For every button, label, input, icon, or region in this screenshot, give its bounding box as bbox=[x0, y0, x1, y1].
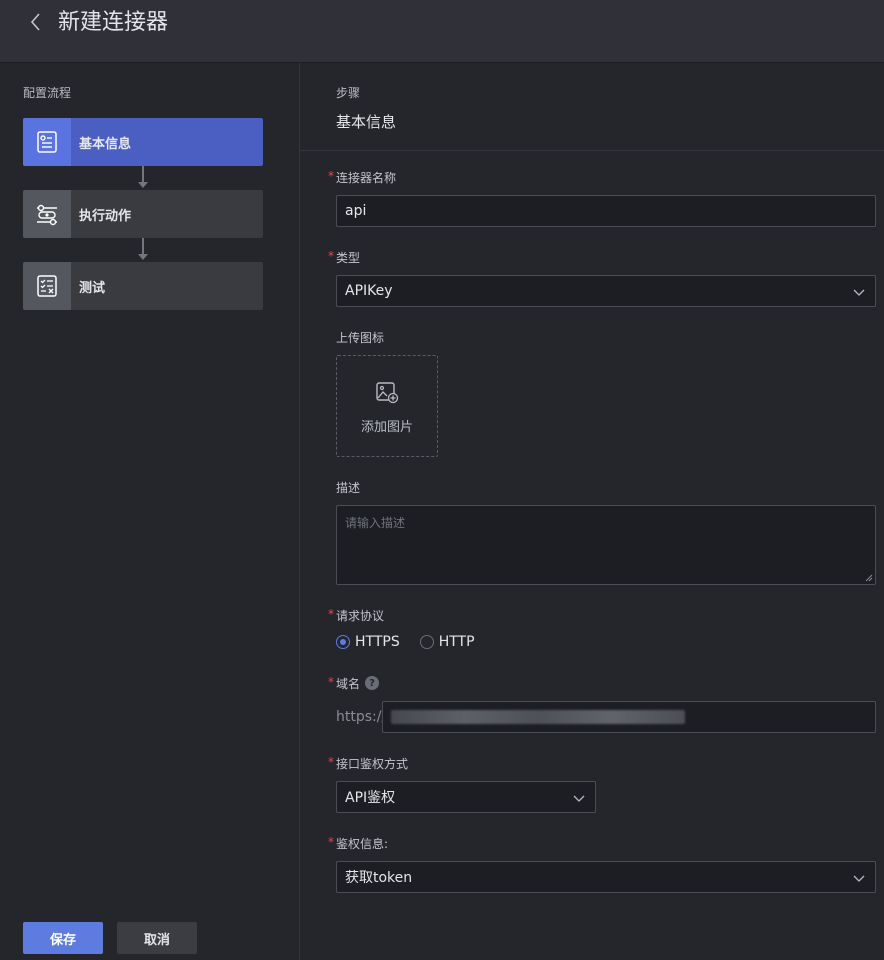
auth-info-value: 获取token bbox=[345, 870, 413, 886]
form-panel: 步骤 基本信息 * 连接器名称 api * 类型 APIKey 上传图标 添加图… bbox=[300, 63, 884, 960]
step-connector-arrow bbox=[138, 254, 148, 260]
required-mark: * bbox=[328, 675, 334, 689]
description-textarea[interactable]: 请输入描述 bbox=[336, 505, 876, 585]
save-button[interactable]: 保存 bbox=[23, 922, 103, 954]
description-placeholder: 请输入描述 bbox=[345, 516, 406, 530]
action-icon bbox=[23, 190, 71, 238]
radio-http-label: HTTP bbox=[438, 634, 475, 650]
back-arrow-icon[interactable] bbox=[24, 10, 48, 34]
type-select[interactable]: APIKey bbox=[336, 275, 876, 307]
radio-https[interactable] bbox=[336, 635, 350, 649]
cancel-button[interactable]: 取消 bbox=[117, 922, 197, 954]
step-basic-info[interactable]: 基本信息 bbox=[23, 118, 263, 166]
auth-method-value: API鉴权 bbox=[345, 790, 396, 806]
required-mark: * bbox=[328, 249, 334, 263]
resize-handle-icon[interactable] bbox=[865, 574, 873, 582]
chevron-down-icon bbox=[853, 875, 865, 882]
step-label: 基本信息 bbox=[79, 136, 132, 152]
upload-image-button[interactable]: 添加图片 bbox=[336, 355, 438, 457]
step-actions[interactable]: 执行动作 bbox=[23, 190, 263, 238]
divider bbox=[300, 150, 884, 151]
step-connector-arrow bbox=[138, 182, 148, 188]
top-bar: 新建连接器 bbox=[0, 0, 884, 63]
step-test[interactable]: 测试 bbox=[23, 262, 263, 310]
page-title: 新建连接器 bbox=[58, 10, 169, 35]
type-value: APIKey bbox=[345, 283, 393, 299]
step-label: 测试 bbox=[79, 280, 106, 296]
flow-label: 配置流程 bbox=[23, 86, 72, 100]
required-mark: * bbox=[328, 607, 334, 621]
protocol-radio-group: HTTPS HTTP bbox=[336, 634, 475, 650]
domain-input[interactable] bbox=[382, 701, 876, 733]
required-mark: * bbox=[328, 755, 334, 769]
auth-info-label: 鉴权信息: bbox=[336, 837, 389, 851]
domain-prefix: https:// bbox=[336, 709, 387, 725]
step-name: 基本信息 bbox=[336, 113, 397, 131]
auth-method-select[interactable]: API鉴权 bbox=[336, 781, 596, 813]
add-image-icon bbox=[376, 382, 399, 404]
description-label: 描述 bbox=[336, 481, 361, 495]
upload-text: 添加图片 bbox=[360, 420, 413, 435]
step-connector bbox=[142, 166, 144, 182]
chevron-down-icon bbox=[853, 289, 865, 296]
step-label: 执行动作 bbox=[79, 208, 132, 224]
radio-http[interactable] bbox=[419, 635, 434, 649]
required-mark: * bbox=[328, 835, 334, 849]
step-caption: 步骤 bbox=[336, 86, 361, 100]
help-question-icon[interactable]: ? bbox=[365, 676, 379, 690]
redacted-domain-value bbox=[391, 710, 685, 724]
protocol-label: 请求协议 bbox=[336, 609, 385, 623]
connector-name-label: 连接器名称 bbox=[336, 171, 397, 185]
upload-icon-label: 上传图标 bbox=[336, 331, 385, 345]
connector-name-input[interactable]: api bbox=[336, 195, 876, 227]
domain-label: 域名 bbox=[336, 677, 361, 691]
connector-name-value: api bbox=[345, 203, 367, 219]
auth-method-label: 接口鉴权方式 bbox=[336, 757, 409, 771]
step-connector bbox=[142, 238, 144, 254]
form-icon bbox=[23, 118, 71, 166]
radio-https-label: HTTPS bbox=[355, 634, 400, 650]
type-label: 类型 bbox=[336, 251, 361, 265]
test-checklist-icon bbox=[23, 262, 71, 310]
required-mark: * bbox=[328, 169, 334, 183]
left-panel: 配置流程 基本信息 执行动作 测试 bbox=[0, 63, 300, 960]
chevron-down-icon bbox=[573, 795, 585, 802]
auth-info-select[interactable]: 获取token bbox=[336, 861, 876, 893]
